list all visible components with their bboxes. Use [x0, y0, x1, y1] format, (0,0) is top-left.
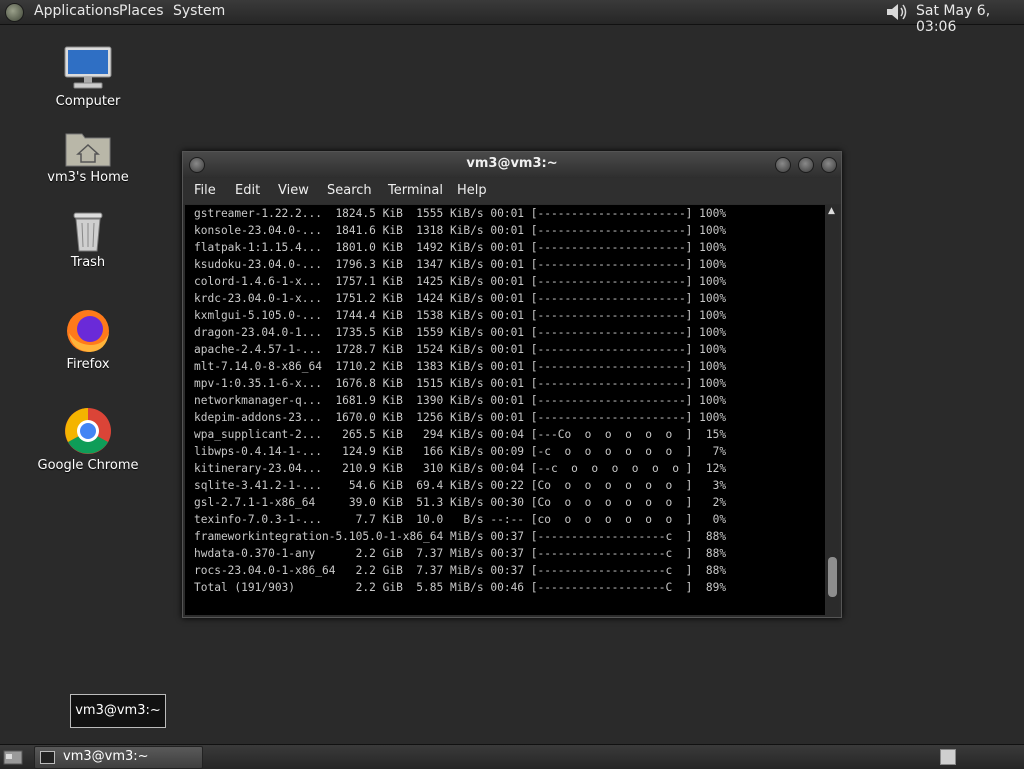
firefox-icon [67, 310, 109, 352]
desktop-icon-firefox[interactable]: Firefox [28, 307, 148, 372]
window-tooltip: vm3@vm3:~ [70, 694, 166, 728]
terminal-line: kitinerary-23.04... 210.9 KiB 310 KiB/s … [194, 462, 727, 475]
terminal-line: colord-1.4.6-1-x... 1757.1 KiB 1425 KiB/… [194, 275, 727, 288]
terminal-line: hwdata-0.370-1-any 2.2 GiB 7.37 MiB/s 00… [194, 547, 727, 560]
desktop-icon-label: Google Chrome [37, 458, 139, 473]
distro-logo-icon[interactable] [5, 3, 24, 22]
close-button[interactable] [821, 157, 837, 173]
terminal-window[interactable]: vm3@vm3:~ File Edit View Search Terminal… [182, 151, 842, 618]
terminal-lines: gstreamer-1.22.2... 1824.5 KiB 1555 KiB/… [194, 205, 726, 596]
terminal-line: frameworkintegration-5.105.0-1-x86_64 Mi… [194, 530, 727, 543]
menu-search[interactable]: Search [327, 183, 372, 198]
menu-view[interactable]: View [278, 183, 309, 198]
workspace-switcher[interactable] [940, 749, 956, 765]
places-menu[interactable]: Places [119, 3, 164, 19]
window-menu-icon[interactable] [189, 157, 205, 173]
desktop-icon-label: Computer [55, 94, 121, 109]
desktop-icon-trash[interactable]: Trash [28, 209, 148, 270]
desktop-icon-chrome[interactable]: Google Chrome [28, 406, 148, 473]
desktop-icon-label: Trash [70, 255, 106, 270]
terminal-line: krdc-23.04.0-1-x... 1751.2 KiB 1424 KiB/… [194, 292, 727, 305]
clock[interactable]: Sat May 6, 03:06 [916, 3, 1024, 35]
terminal-line: kdepim-addons-23... 1670.0 KiB 1256 KiB/… [194, 411, 727, 424]
terminal-line: networkmanager-q... 1681.9 KiB 1390 KiB/… [194, 394, 727, 407]
taskbar-window-label: vm3@vm3:~ [63, 749, 149, 764]
menu-file[interactable]: File [194, 183, 216, 198]
home-folder-icon [65, 133, 111, 167]
terminal-line: rocs-23.04.0-1-x86_64 2.2 GiB 7.37 MiB/s… [194, 564, 727, 577]
menu-terminal[interactable]: Terminal [388, 183, 443, 198]
menu-edit[interactable]: Edit [235, 183, 260, 198]
terminal-line: gsl-2.7.1-1-x86_64 39.0 KiB 51.3 KiB/s 0… [194, 496, 727, 509]
maximize-button[interactable] [798, 157, 814, 173]
terminal-line: dragon-23.04.0-1... 1735.5 KiB 1559 KiB/… [194, 326, 727, 339]
scrollbar-thumb[interactable] [828, 557, 837, 597]
terminal-line: apache-2.4.57-1-... 1728.7 KiB 1524 KiB/… [194, 343, 727, 356]
trash-icon [73, 212, 103, 252]
terminal-line: texinfo-7.0.3-1-... 7.7 KiB 10.0 B/s --:… [194, 513, 727, 526]
terminal-line: mlt-7.14.0-8-x86_64 1710.2 KiB 1383 KiB/… [194, 360, 727, 373]
desktop-icon-home[interactable]: vm3's Home [28, 128, 148, 185]
window-titlebar[interactable]: vm3@vm3:~ [183, 152, 841, 178]
minimize-button[interactable] [775, 157, 791, 173]
terminal-line: gstreamer-1.22.2... 1824.5 KiB 1555 KiB/… [194, 207, 727, 220]
taskbar-window-button[interactable]: vm3@vm3:~ [34, 746, 203, 769]
desktop-icon-computer[interactable]: Computer [28, 44, 148, 109]
bottom-panel: vm3@vm3:~ [0, 744, 1024, 769]
terminal-line: flatpak-1:1.15.4... 1801.0 KiB 1492 KiB/… [194, 241, 727, 254]
show-desktop-icon[interactable] [3, 748, 23, 766]
scroll-up-arrow-icon[interactable]: ▲ [828, 206, 835, 216]
terminal-line: konsole-23.04.0-... 1841.6 KiB 1318 KiB/… [194, 224, 727, 237]
terminal-menubar: File Edit View Search Terminal Help [183, 178, 841, 204]
terminal-line: Total (191/903) 2.2 GiB 5.85 MiB/s 00:46… [194, 581, 727, 594]
terminal-line: mpv-1:0.35.1-6-x... 1676.8 KiB 1515 KiB/… [194, 377, 727, 390]
terminal-icon [40, 751, 55, 764]
chrome-icon [65, 408, 111, 454]
speaker-volume-icon[interactable] [884, 1, 910, 23]
terminal-line: kxmlgui-5.105.0-... 1744.4 KiB 1538 KiB/… [194, 309, 727, 322]
terminal-line: ksudoku-23.04.0-... 1796.3 KiB 1347 KiB/… [194, 258, 727, 271]
applications-menu[interactable]: Applications [34, 3, 120, 19]
terminal-line: wpa_supplicant-2... 265.5 KiB 294 KiB/s … [194, 428, 727, 441]
window-title: vm3@vm3:~ [466, 156, 558, 171]
desktop-icon-label: vm3's Home [47, 170, 129, 185]
terminal-scrollbar[interactable]: ▲ [826, 205, 839, 615]
computer-icon [64, 46, 112, 89]
system-menu[interactable]: System [173, 3, 225, 19]
menu-help[interactable]: Help [457, 183, 487, 198]
terminal-line: libwps-0.4.14-1-... 124.9 KiB 166 KiB/s … [194, 445, 727, 458]
terminal-output[interactable]: gstreamer-1.22.2... 1824.5 KiB 1555 KiB/… [185, 205, 825, 615]
top-panel: Applications Places System Sat May 6, 03… [0, 0, 1024, 35]
terminal-line: sqlite-3.41.2-1-... 54.6 KiB 69.4 KiB/s … [194, 479, 727, 492]
desktop-icon-label: Firefox [66, 357, 110, 372]
